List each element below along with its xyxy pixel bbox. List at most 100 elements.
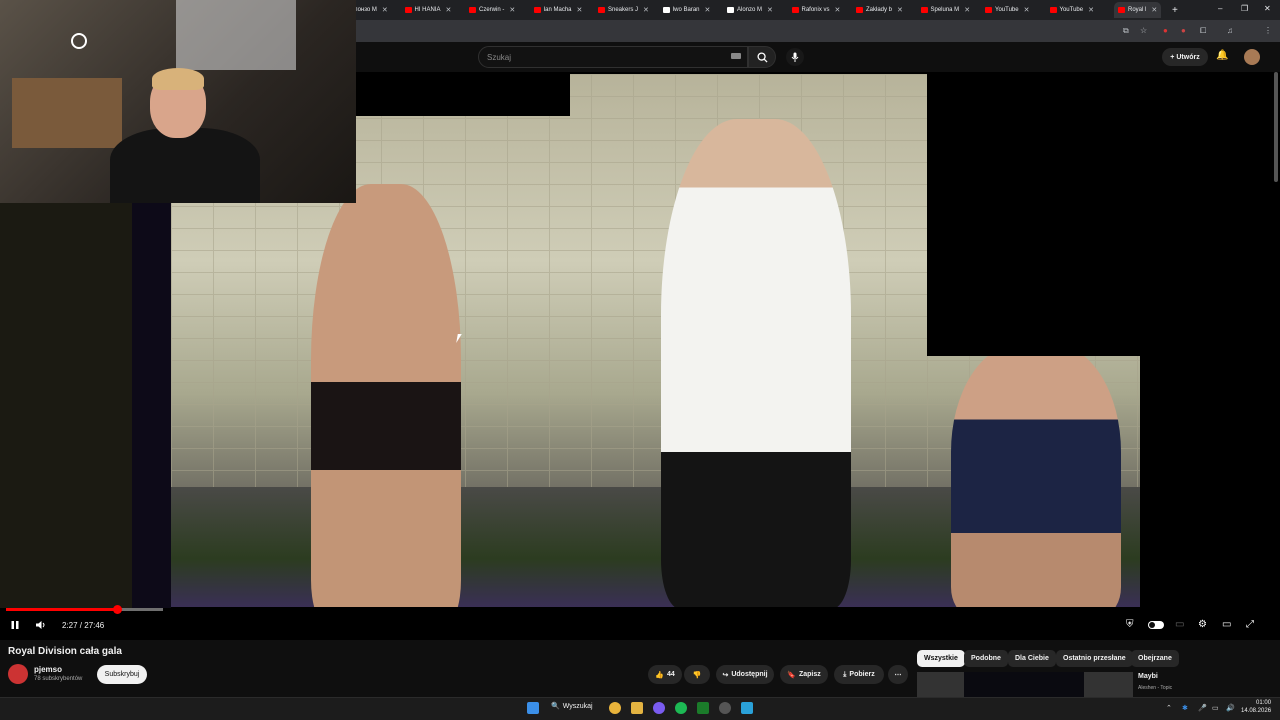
close-tab-icon[interactable]: ✕	[643, 6, 649, 14]
settings-gear-icon[interactable]: ⚙	[1198, 619, 1207, 630]
autoplay-toggle[interactable]	[1148, 621, 1164, 629]
file-explorer-icon[interactable]	[631, 702, 643, 714]
close-tab-icon[interactable]: ✕	[1088, 6, 1094, 14]
notes-app-icon[interactable]	[741, 702, 753, 714]
taskbar-clock[interactable]: 01:00 14.08.2026	[1241, 699, 1271, 715]
like-button[interactable]: 👍 44	[648, 665, 682, 684]
filter-chip[interactable]: Podobne	[964, 650, 1008, 667]
close-tab-icon[interactable]: ✕	[835, 6, 841, 14]
webcam-person-body	[110, 128, 260, 203]
tab-favicon-icon	[404, 7, 412, 13]
spotify-app-icon[interactable]	[675, 702, 687, 714]
download-button[interactable]: ⤓ Pobierz	[834, 665, 884, 684]
tray-expand-icon[interactable]: ⌃	[1166, 704, 1172, 712]
video-side-strip	[132, 203, 171, 608]
browser-tab[interactable]: Speluna M ✕	[920, 2, 970, 18]
tab-label: Czerwin -	[479, 7, 505, 13]
close-tab-icon[interactable]: ✕	[705, 6, 711, 14]
obs-app-icon[interactable]	[719, 702, 731, 714]
browser-tab[interactable]: HI HANIA ✕	[404, 2, 452, 18]
network-icon[interactable]: ▭	[1212, 704, 1219, 712]
theater-mode-icon[interactable]: ▭	[1222, 619, 1231, 630]
media-app-icon[interactable]	[697, 702, 709, 714]
close-tab-icon[interactable]: ✕	[1151, 6, 1157, 14]
filter-chip[interactable]: Dla Ciebie	[1008, 650, 1056, 667]
extension-shield-icon[interactable]: ●	[1181, 26, 1186, 35]
close-tab-icon[interactable]: ✕	[446, 6, 452, 14]
tab-label: Ian Macha	[543, 7, 572, 13]
microphone-tray-icon[interactable]: 🎤	[1198, 704, 1207, 712]
channel-name[interactable]: pjemso	[34, 665, 62, 674]
minimize-button[interactable]: –	[1218, 4, 1222, 13]
webcam-person-hair	[152, 68, 204, 90]
bluetooth-icon[interactable]: ✱	[1182, 704, 1188, 712]
browser-tab[interactable]: YouTube ✕	[1049, 2, 1094, 18]
messenger-app-icon[interactable]	[653, 702, 665, 714]
browser-tab[interactable]: Sneakers J ✕	[598, 2, 649, 18]
speaker-icon[interactable]: 🔊	[1226, 704, 1235, 712]
browser-tab[interactable]: Zakłady b ✕	[856, 2, 903, 18]
close-window-button[interactable]: ✕	[1264, 4, 1271, 13]
channel-avatar[interactable]	[8, 664, 28, 684]
taskbar-search[interactable]: 🔍 Wyszukaj	[551, 702, 593, 711]
close-tab-icon[interactable]: ✕	[964, 6, 970, 14]
create-button[interactable]: + Utwórz	[1162, 48, 1208, 66]
search-button[interactable]	[748, 46, 776, 68]
bookmark-star-icon[interactable]: ☆	[1140, 26, 1147, 35]
search-input[interactable]: Szukaj	[478, 46, 748, 68]
maximize-button[interactable]: ❐	[1241, 4, 1248, 13]
tab-label: Zakłady b	[866, 7, 893, 13]
notifications-bell-icon[interactable]: 🔔	[1216, 50, 1228, 61]
voice-search-button[interactable]	[786, 48, 804, 66]
filter-chip[interactable]: Ostatnio przesłane	[1056, 650, 1133, 667]
new-tab-button[interactable]: +	[1172, 2, 1178, 18]
recommendation-channel[interactable]: Aleshen - Topic	[1138, 685, 1172, 691]
filter-chip[interactable]: Obejrzane	[1131, 650, 1179, 667]
cast-icon[interactable]: ⧉	[1123, 26, 1129, 36]
chrome-app-icon[interactable]	[609, 702, 621, 714]
more-actions-button[interactable]: ⋯	[888, 665, 908, 684]
fullscreen-icon[interactable]: ⤢	[1246, 619, 1254, 630]
filter-chip[interactable]: Wszystkie	[917, 650, 965, 667]
search-icon	[756, 51, 768, 63]
overlay-black-box	[356, 74, 570, 116]
fighter-figure	[311, 184, 461, 607]
media-control-icon[interactable]: ♫	[1227, 26, 1233, 35]
save-button[interactable]: 🔖 Zapisz	[780, 665, 828, 684]
chrome-menu-icon[interactable]: ⋮	[1264, 26, 1272, 35]
progress-scrubber-handle[interactable]	[113, 605, 122, 614]
pause-button[interactable]	[10, 617, 20, 633]
extensions-puzzle-icon[interactable]: ⧠	[1200, 26, 1206, 36]
video-side-region	[0, 203, 132, 608]
volume-button[interactable]	[35, 617, 47, 633]
subscriber-count: 78 subskrybentów	[34, 676, 83, 682]
close-tab-icon[interactable]: ✕	[509, 6, 515, 14]
keyboard-icon[interactable]	[731, 53, 741, 59]
tab-label: Speluna M	[930, 7, 960, 13]
browser-tab[interactable]: Alonzo M ✕	[727, 2, 773, 18]
browser-tab[interactable]: Ian Macha ✕	[533, 2, 583, 18]
subscribe-button[interactable]: Subskrybuj	[97, 665, 147, 684]
close-tab-icon[interactable]: ✕	[767, 6, 773, 14]
user-avatar[interactable]	[1244, 49, 1260, 65]
close-tab-icon[interactable]: ✕	[897, 6, 903, 14]
extension-icon[interactable]: ●	[1163, 26, 1168, 35]
share-button[interactable]: ↪ Udostępnij	[716, 665, 774, 684]
subtitles-icon[interactable]: ▭	[1175, 619, 1184, 630]
recommendation-title[interactable]: Maybi	[1138, 673, 1158, 680]
close-tab-icon[interactable]: ✕	[382, 6, 388, 14]
page-scrollbar[interactable]	[1274, 72, 1278, 182]
close-tab-icon[interactable]: ✕	[1024, 6, 1030, 14]
windows-start-icon[interactable]	[527, 702, 539, 714]
close-tab-icon[interactable]: ✕	[577, 6, 583, 14]
browser-tab[interactable]: Czerwin - ✕	[469, 2, 515, 18]
dislike-button[interactable]: 👎	[684, 665, 710, 684]
ad-block-shield-icon[interactable]: ⛨	[1126, 619, 1134, 630]
tab-label: Royal l	[1128, 7, 1147, 13]
browser-tab[interactable]: Royal l ✕	[1114, 2, 1162, 18]
pause-icon	[11, 621, 19, 629]
search-icon: 🔍	[551, 703, 560, 710]
browser-tab[interactable]: YouTube ✕	[985, 2, 1029, 18]
browser-tab[interactable]: Iwo Baran ✕	[662, 2, 711, 18]
browser-tab[interactable]: Rafonix vs ✕	[791, 2, 841, 18]
